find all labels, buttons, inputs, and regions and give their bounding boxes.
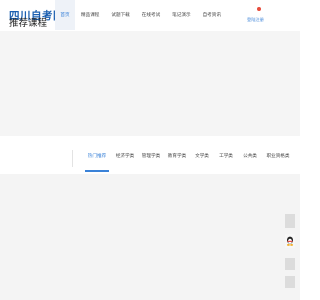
login-register-link[interactable]: 登陆注册 [247, 17, 264, 23]
nav-exam-downloads[interactable]: 试题下载 [105, 0, 135, 30]
tab-hot[interactable]: 热门推荐 [85, 144, 109, 172]
side-tool-button[interactable] [285, 258, 295, 270]
banner-area [0, 31, 300, 136]
divider [72, 150, 73, 167]
tab-education[interactable]: 教育学类 [167, 144, 187, 172]
user-area: 登陆注册 [244, 6, 284, 26]
recommend-title: 推荐课程 [9, 18, 48, 29]
tab-management[interactable]: 管理学类 [141, 144, 161, 172]
nav-home[interactable]: 首页 [55, 0, 75, 30]
side-tool-button[interactable] [285, 214, 295, 228]
nav-online-exam[interactable]: 在线考试 [136, 0, 166, 30]
nav-news[interactable]: 自考资讯 [197, 0, 227, 30]
tab-vocational[interactable]: 职业资格类 [265, 144, 291, 172]
course-category-tabs: 热门推荐 经济学类 管理学类 教育学类 文学类 工学类 公共类 职业资格类 [85, 144, 297, 172]
back-to-top-button[interactable] [285, 276, 295, 288]
qq-icon [286, 236, 294, 246]
user-icon[interactable] [257, 7, 261, 11]
nav-notes-demo[interactable]: 笔记演示 [166, 0, 196, 30]
main-nav: 首页 精品课程 试题下载 在线考试 笔记演示 自考资讯 [55, 0, 227, 30]
nav-courses[interactable]: 精品课程 [75, 0, 105, 30]
tab-public[interactable]: 公共类 [241, 144, 259, 172]
tab-engineering[interactable]: 工学类 [217, 144, 235, 172]
course-list-area [0, 174, 300, 300]
tab-economics[interactable]: 经济学类 [115, 144, 135, 172]
qq-button[interactable] [285, 234, 295, 248]
tab-literature[interactable]: 文学类 [193, 144, 211, 172]
